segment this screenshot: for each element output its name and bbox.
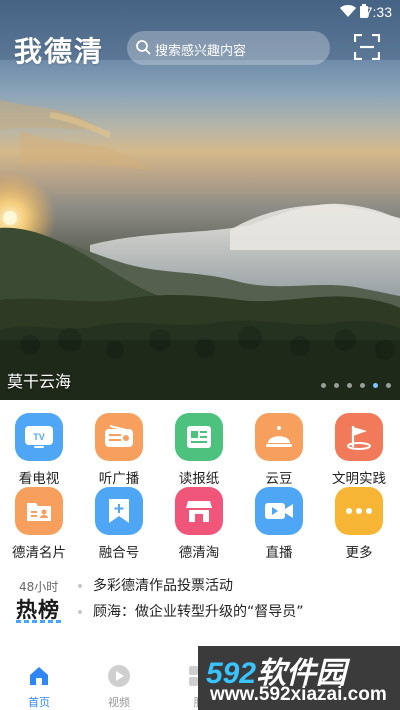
bookmark-plus-icon [95,487,143,535]
pagination-dot[interactable] [334,383,339,388]
hot-list-item[interactable]: 顾海：做企业转型升级的“督导员” [78,602,304,628]
pagination-dot[interactable] [321,383,326,388]
card-folder-icon [15,487,63,535]
hot-list-hours: 48小时 [19,580,59,594]
scan-icon[interactable] [354,34,380,60]
shop-icon [175,487,223,535]
service-item-yundou[interactable]: 云豆 [243,413,315,487]
service-label: 直播 [265,545,293,561]
wifi-icon [340,5,356,17]
site-watermark: 592软件园 www.592xiazai.com [198,646,400,710]
pagination-dot[interactable] [347,383,352,388]
pagination-dot[interactable] [360,383,365,388]
flag-icon [335,413,383,461]
service-label: 德清淘 [178,545,220,561]
service-item-ronghe[interactable]: 融合号 [83,487,155,561]
hero-banner[interactable]: 7:33 我德清 搜索感兴趣内容 莫干云海 [0,0,400,400]
tab-video[interactable]: 视频 [94,664,144,710]
search-bar[interactable]: 搜索感兴趣内容 [127,31,330,65]
tab-home[interactable]: 首页 [14,664,64,710]
app-logo: 我德清 [14,35,105,68]
app-screen: 7:33 我德清 搜索感兴趣内容 莫干云海 TV 看电视 听广播 读报纸 云豆 … [0,0,400,710]
pagination-dot-active[interactable] [373,383,378,388]
service-label: 读报纸 [178,471,220,487]
tab-video-label: 视频 [108,696,130,709]
pagination-dot[interactable] [386,383,391,388]
service-label: 文明实践 [332,471,386,487]
service-item-tv[interactable]: TV 看电视 [3,413,75,487]
service-label: 德清名片 [12,545,66,561]
more-dots-icon [335,487,383,535]
watermark-url: www.592xiazai.com [210,684,387,705]
status-bar: 7:33 [0,0,400,24]
service-label: 融合号 [98,545,140,561]
service-item-newspaper[interactable]: 读报纸 [163,413,235,487]
hot-list: 多彩德清作品投票活动 顾海：做企业转型升级的“督导员” [78,576,304,628]
service-label: 云豆 [265,471,293,487]
service-item-live[interactable]: 直播 [243,487,315,561]
banner-caption: 莫干云海 [7,372,72,391]
home-icon [30,667,48,685]
newspaper-icon [175,413,223,461]
search-icon [136,40,151,55]
hot-list-item[interactable]: 多彩德清作品投票活动 [78,576,304,602]
play-icon [108,665,130,687]
service-item-civilization[interactable]: 文明实践 [323,413,395,487]
service-label: 更多 [345,545,373,561]
service-item-radio[interactable]: 听广播 [83,413,155,487]
hot-list-underline [16,620,62,623]
banner-pagination [321,383,391,388]
video-camera-icon [255,487,303,535]
service-label: 看电视 [18,471,60,487]
svg-text:TV: TV [33,432,45,442]
radio-icon [95,413,143,461]
service-bell-icon [255,413,303,461]
tab-home-label: 首页 [28,696,50,709]
service-item-deqing-tao[interactable]: 德清淘 [163,487,235,561]
status-time: 7:33 [364,4,392,20]
service-item-deqing-card[interactable]: 德清名片 [3,487,75,561]
service-label: 听广播 [98,471,140,487]
search-placeholder: 搜索感兴趣内容 [155,44,247,59]
service-item-more[interactable]: 更多 [323,487,395,561]
tv-icon: TV [15,413,63,461]
